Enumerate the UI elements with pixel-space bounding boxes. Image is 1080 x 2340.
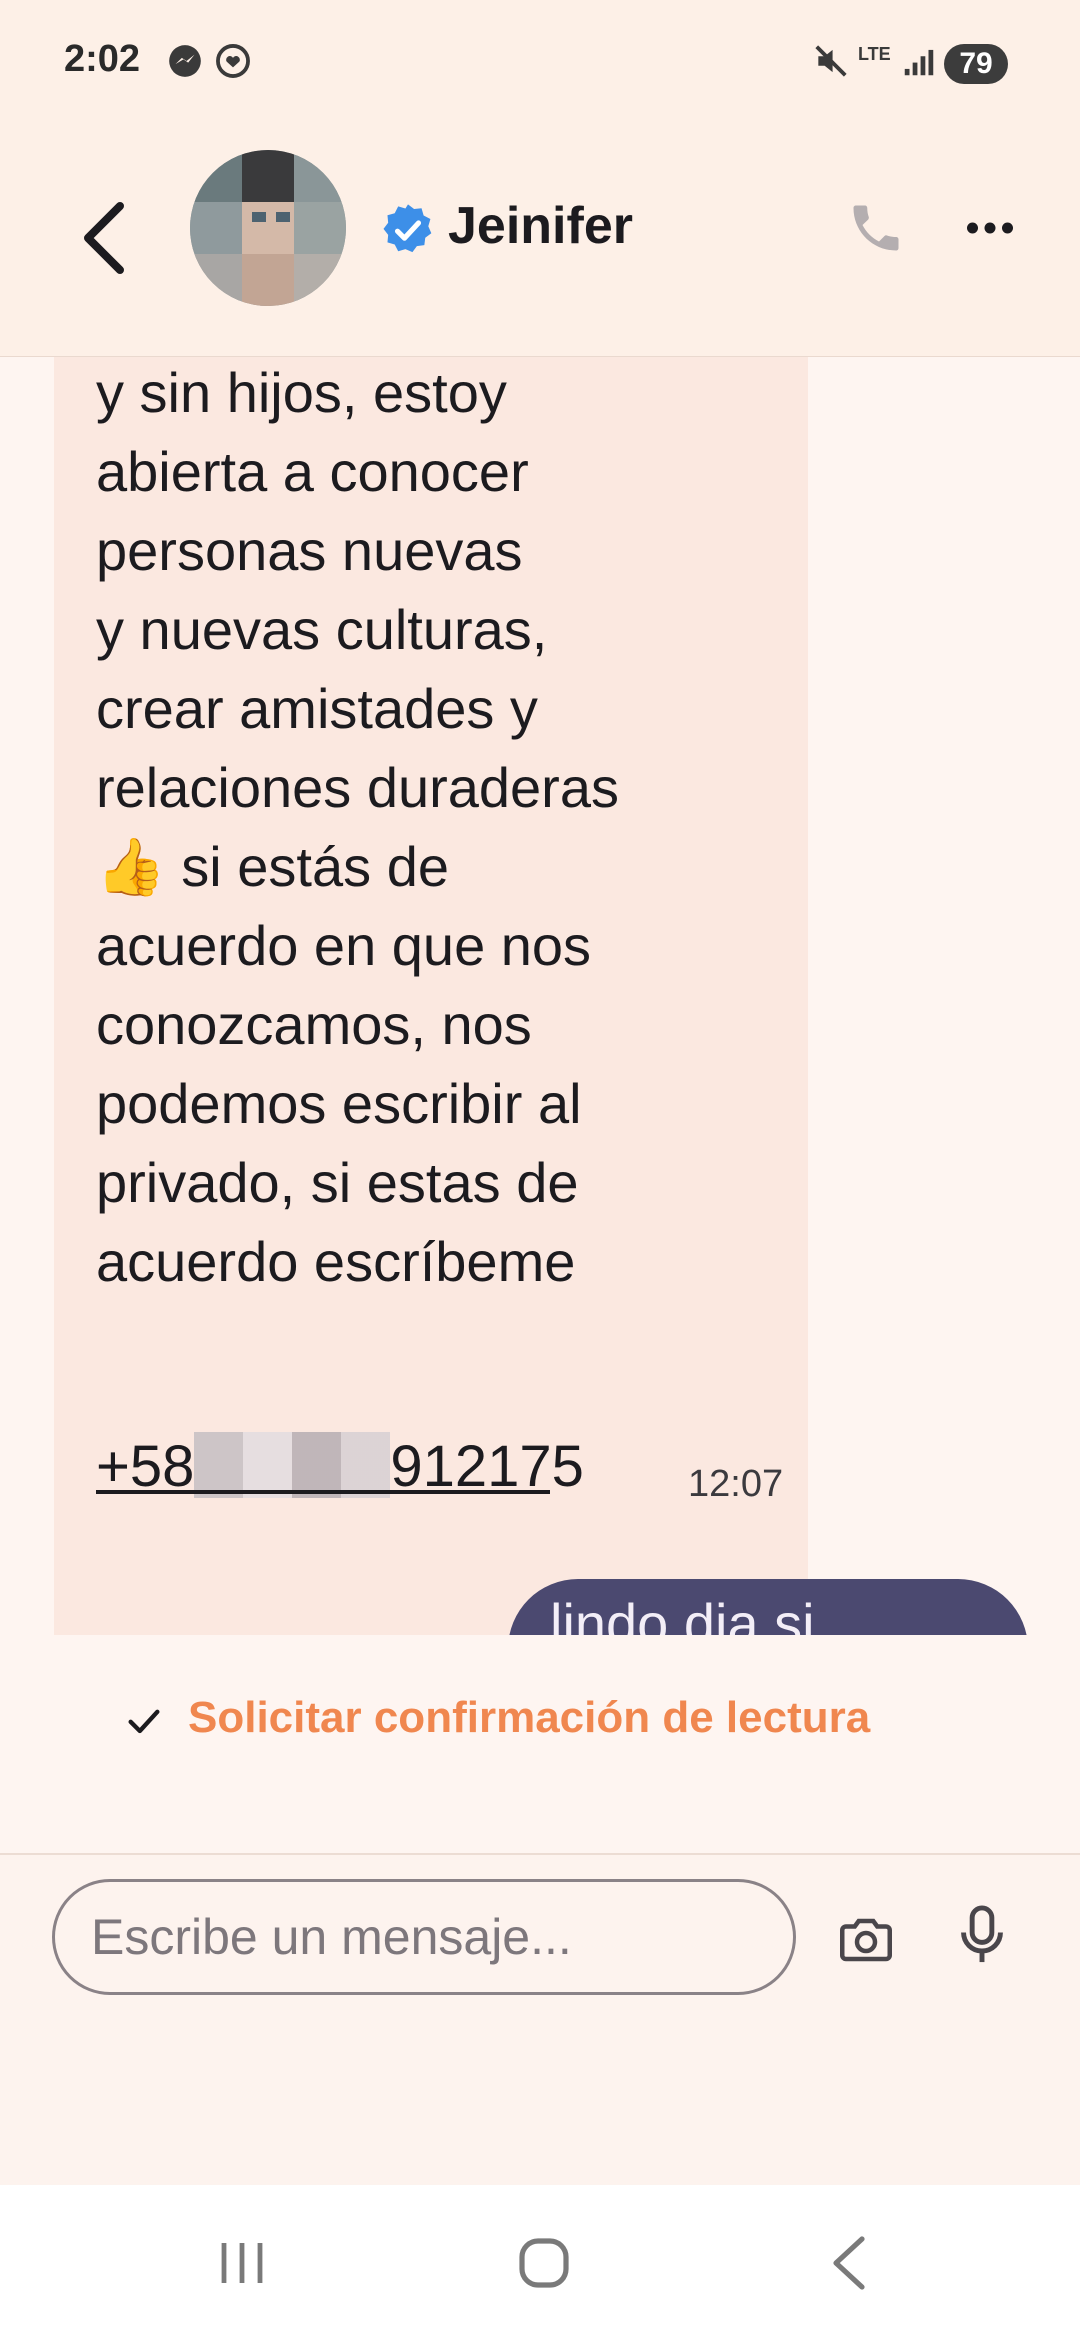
contact-name[interactable]: Jeinifer — [448, 196, 633, 256]
back-icon[interactable] — [76, 198, 128, 278]
outgoing-message-bubble[interactable]: lindo dia si — [508, 1579, 1028, 1635]
status-time: 2:02 — [64, 38, 141, 80]
phone-icon[interactable] — [846, 198, 906, 258]
chat-header: Jeinifer — [0, 128, 1080, 358]
link-underline — [96, 1490, 550, 1494]
status-bar: 2:02 LTE 79 — [0, 0, 1080, 128]
message-list[interactable]: conocer personas, también soy soltera y … — [0, 357, 1080, 1635]
read-receipt-toggle[interactable]: Solicitar confirmación de lectura — [0, 1635, 1080, 1855]
redacted-pixelation — [194, 1431, 391, 1498]
message-input[interactable] — [52, 1879, 796, 1995]
avatar[interactable] — [190, 150, 346, 306]
signal-icon — [904, 49, 934, 76]
message-text: conocer personas, también soy soltera y … — [96, 361, 619, 1293]
messenger-icon — [169, 45, 201, 77]
battery-icon: 79 — [944, 44, 1008, 84]
chat-heart-icon — [216, 44, 250, 78]
recent-apps-icon[interactable] — [214, 2235, 270, 2291]
composer — [0, 1855, 1080, 2185]
system-navigation-bar — [0, 2185, 1080, 2340]
lte-icon: LTE — [858, 44, 891, 64]
nav-back-icon[interactable] — [826, 2233, 870, 2293]
mute-icon — [815, 45, 847, 77]
home-icon[interactable] — [514, 2233, 574, 2293]
message-time: 12:07 — [688, 1463, 784, 1505]
verified-badge-icon — [383, 204, 432, 253]
more-icon[interactable] — [960, 198, 1020, 258]
camera-icon[interactable] — [836, 1909, 896, 1969]
phone-number-link[interactable]: +58 912175 — [96, 1427, 584, 1506]
microphone-icon[interactable] — [952, 1903, 1012, 1967]
outgoing-message-text: lindo dia si — [550, 1592, 815, 1635]
check-icon — [128, 1709, 160, 1734]
read-receipt-label[interactable]: Solicitar confirmación de lectura — [188, 1693, 870, 1743]
